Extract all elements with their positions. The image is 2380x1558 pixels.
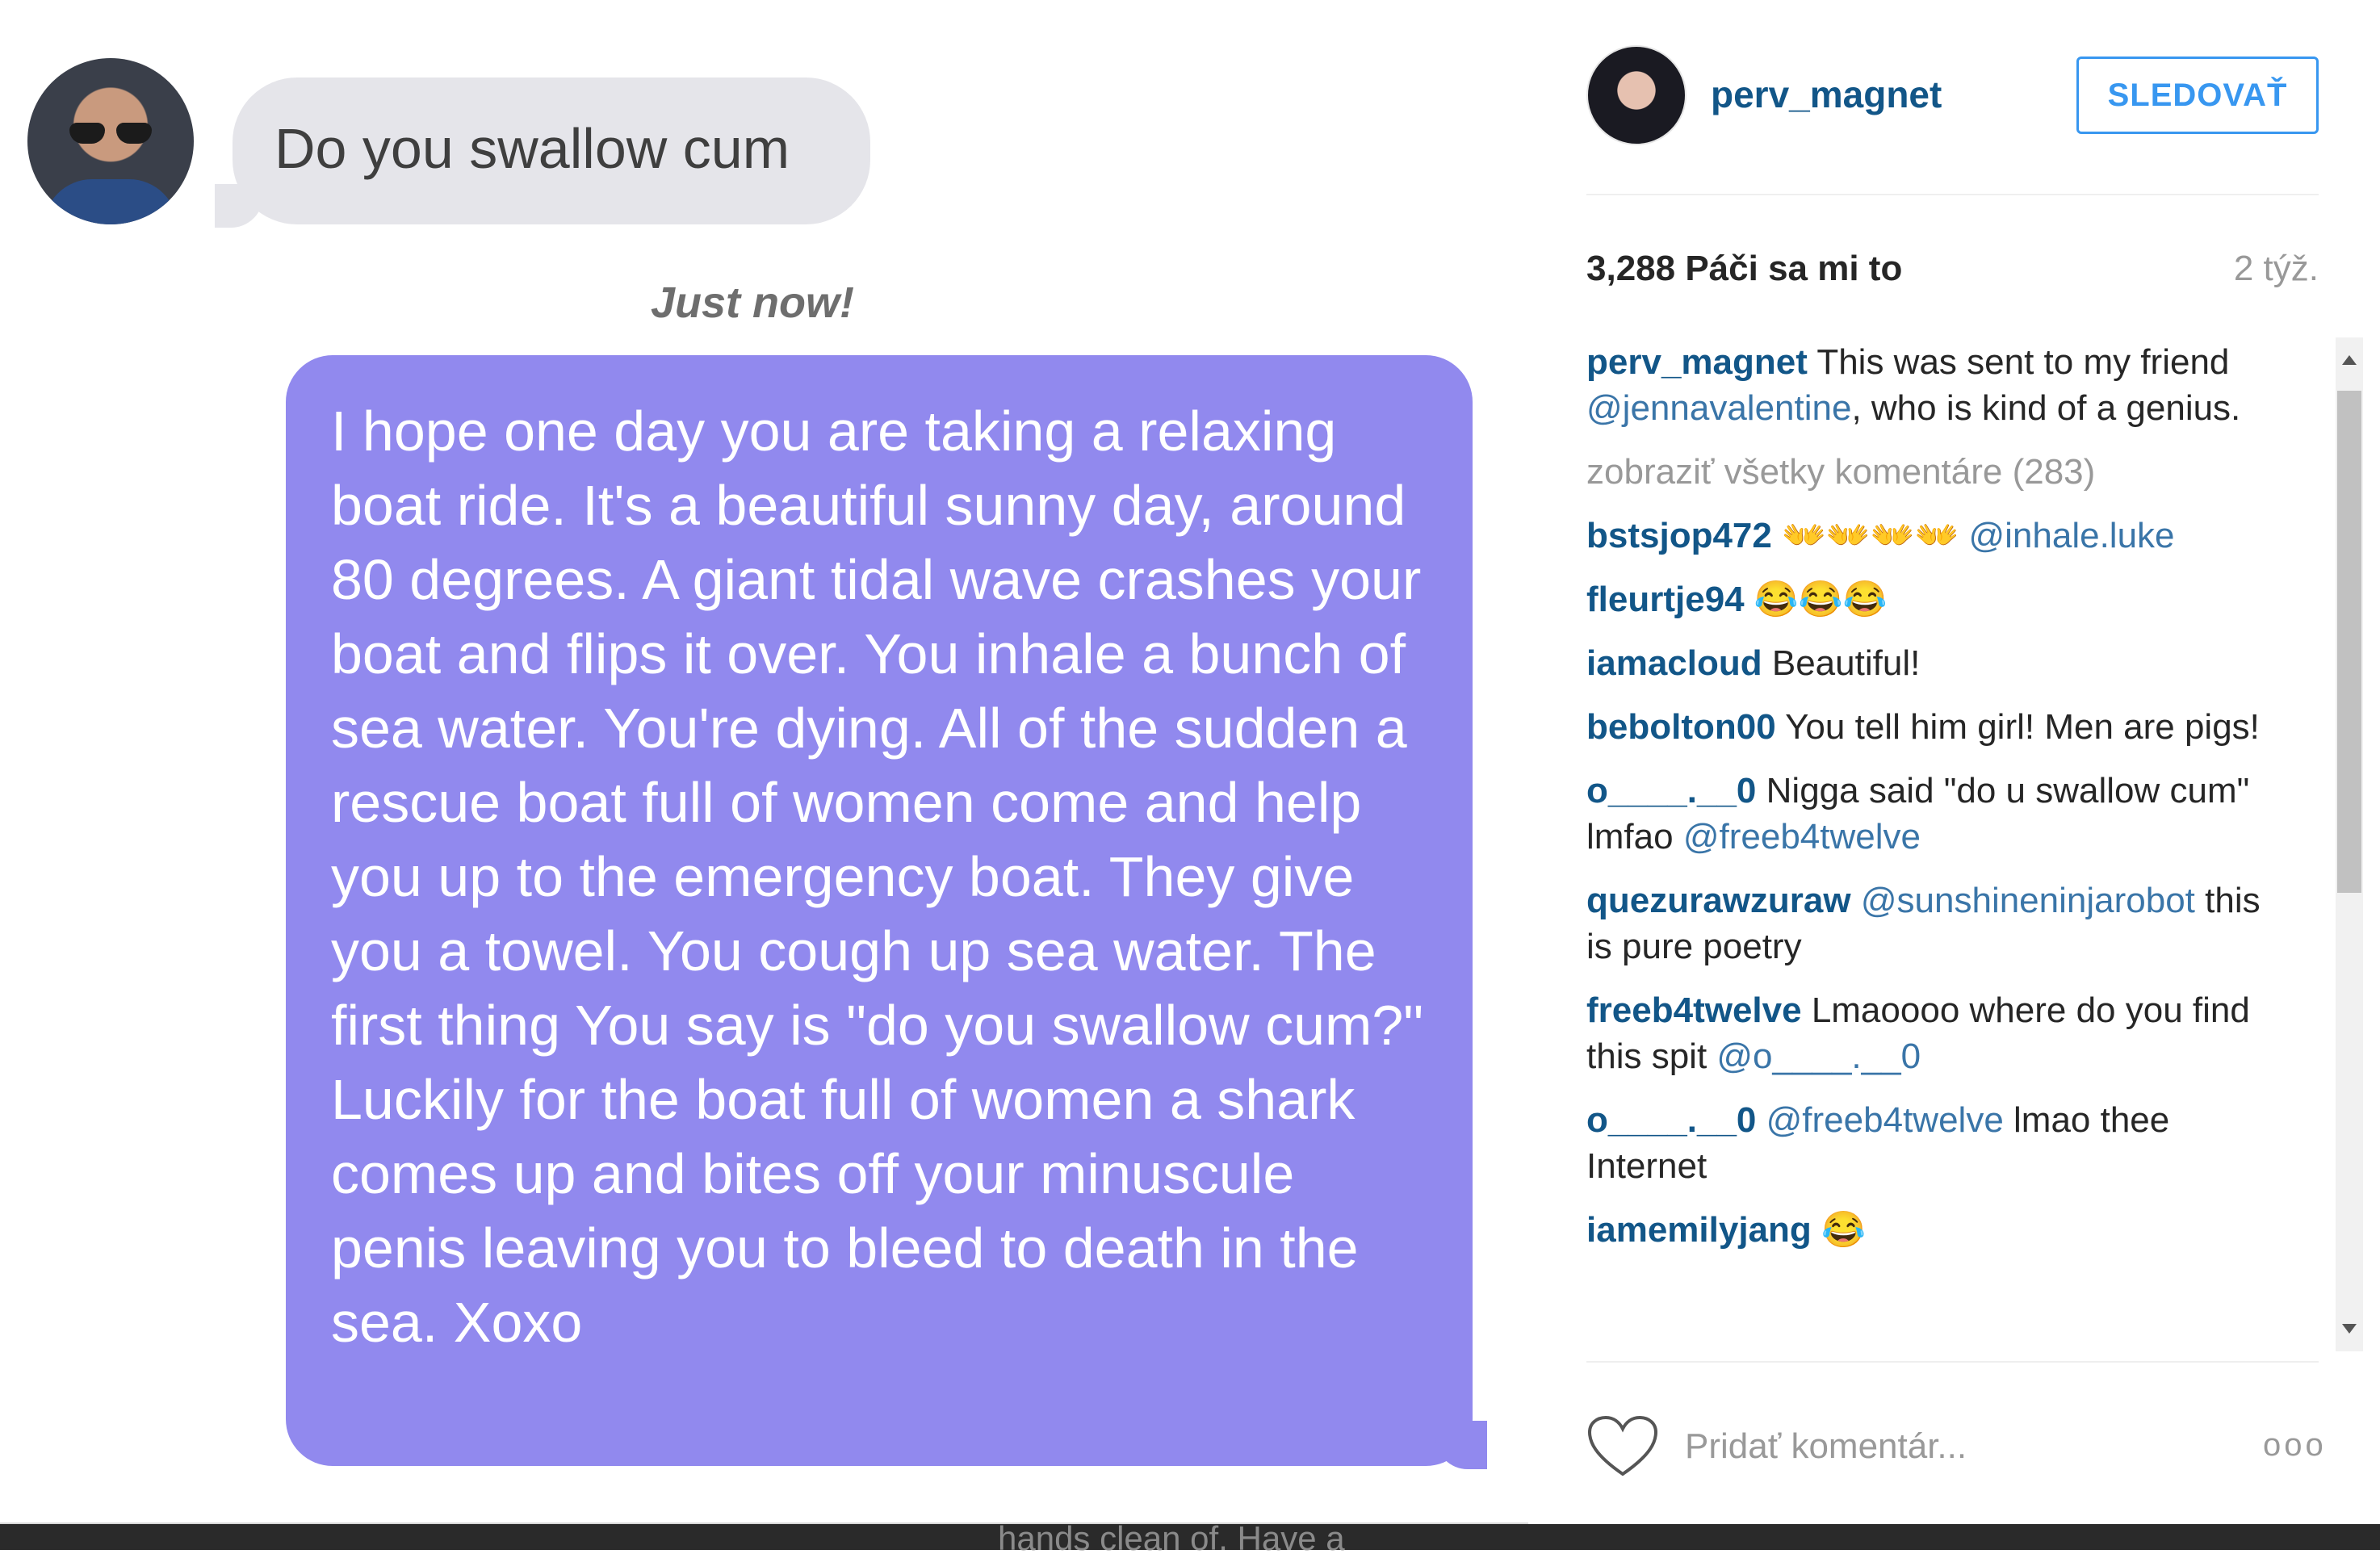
- message-timestamp: Just now!: [651, 279, 854, 327]
- next-post-fragment: hands clean of. Have a: [998, 1519, 1345, 1557]
- comment-row: o____.__0 Nigga said "do u swallow cum" …: [1586, 768, 2281, 860]
- comment-row: perv_magnet This was sent to my friend @…: [1586, 339, 2281, 431]
- sunglasses-graphic: [69, 123, 152, 144]
- footer-divider: [1586, 1361, 2319, 1363]
- comment-row: iamacloud Beautiful!: [1586, 640, 2281, 686]
- bubble-tail: [215, 184, 263, 228]
- comment-row: freeb4twelve Lmaoooo where do you find t…: [1586, 987, 2281, 1079]
- post-sidebar: perv_magnet SLEDOVAŤ 3,288 Páči sa mi to…: [1528, 0, 2380, 1524]
- comment-text: , who is kind of a genius.: [1851, 388, 2241, 428]
- comment-mention[interactable]: @sunshineninjarobot: [1861, 881, 2195, 920]
- shirt-graphic: [44, 179, 178, 224]
- comments-scrollbar[interactable]: [2336, 337, 2363, 1351]
- sender-avatar: [27, 58, 194, 224]
- comment-username[interactable]: perv_magnet: [1586, 342, 1808, 382]
- received-message-text: Do you swallow cum: [274, 117, 790, 180]
- comments-list[interactable]: perv_magnet This was sent to my friend @…: [1586, 339, 2281, 1358]
- follow-button[interactable]: SLEDOVAŤ: [2076, 57, 2319, 134]
- comment-username[interactable]: o____.__0: [1586, 1100, 1756, 1140]
- view-all-comments-link[interactable]: zobraziť všetky komentáre (283): [1586, 449, 2281, 495]
- comment-text: You tell him girl! Men are pigs!: [1785, 707, 2260, 747]
- comment-text: Beautiful!: [1771, 643, 1921, 683]
- scrollbar-thumb[interactable]: [2337, 391, 2361, 893]
- comment-username[interactable]: iamacloud: [1586, 643, 1762, 683]
- owner-avatar[interactable]: [1586, 45, 1687, 145]
- comment-mention[interactable]: @o____.__0: [1716, 1037, 1921, 1076]
- add-comment-input[interactable]: [1683, 1419, 2252, 1474]
- comment-username[interactable]: bebolton00: [1586, 707, 1776, 747]
- comment-text: This was sent to my friend: [1816, 342, 2230, 382]
- more-options-icon[interactable]: ooo: [2263, 1427, 2327, 1464]
- next-post-strip: hands clean of. Have a: [0, 1519, 2380, 1557]
- comment-row: fleurtje94 😂😂😂: [1586, 576, 2281, 622]
- bubble-tail: [1435, 1421, 1487, 1469]
- comment-row: o____.__0 @freeb4twelve lmao thee Intern…: [1586, 1097, 2281, 1189]
- header-divider: [1586, 194, 2319, 195]
- received-message-bubble: Do you swallow cum: [215, 77, 870, 228]
- scroll-up-arrow-icon[interactable]: [2342, 355, 2357, 365]
- comment-username[interactable]: quezurawzuraw: [1586, 881, 1851, 920]
- scroll-down-arrow-icon[interactable]: [2342, 1324, 2357, 1334]
- post-age[interactable]: 2 týž.: [2234, 249, 2319, 289]
- heart-icon[interactable]: [1586, 1414, 1659, 1479]
- comment-username[interactable]: freeb4twelve: [1586, 991, 1802, 1030]
- comment-text: 👐👐👐👐: [1782, 516, 1969, 555]
- comment-mention[interactable]: @freeb4twelve: [1766, 1100, 2004, 1140]
- comment-username[interactable]: o____.__0: [1586, 771, 1756, 810]
- likes-count[interactable]: 3,288 Páči sa mi to: [1586, 249, 1902, 289]
- comment-row: bstsjop472 👐👐👐👐 @inhale.luke: [1586, 513, 2281, 559]
- comment-mention[interactable]: @inhale.luke: [1968, 516, 2174, 555]
- comment-username[interactable]: fleurtje94: [1586, 580, 1745, 619]
- sent-message-text: I hope one day you are taking a relaxing…: [331, 400, 1424, 1354]
- comment-text: 😂😂😂: [1754, 580, 1888, 619]
- comment-text: 😂: [1821, 1210, 1866, 1250]
- comment-username[interactable]: iamemilyjang: [1586, 1210, 1812, 1250]
- post-photo: Do you swallow cum Just now! I hope one …: [0, 0, 1528, 1524]
- sent-message-bubble: I hope one day you are taking a relaxing…: [286, 355, 1487, 1469]
- owner-username[interactable]: perv_magnet: [1711, 73, 1942, 116]
- comment-row: quezurawzuraw @sunshineninjarobot this i…: [1586, 877, 2281, 970]
- comment-row: bebolton00 You tell him girl! Men are pi…: [1586, 704, 2281, 750]
- comment-username[interactable]: bstsjop472: [1586, 516, 1772, 555]
- comment-mention[interactable]: @jennavalentine: [1586, 388, 1851, 428]
- comment-mention[interactable]: @freeb4twelve: [1683, 817, 1921, 856]
- comment-row: iamemilyjang 😂: [1586, 1207, 2281, 1253]
